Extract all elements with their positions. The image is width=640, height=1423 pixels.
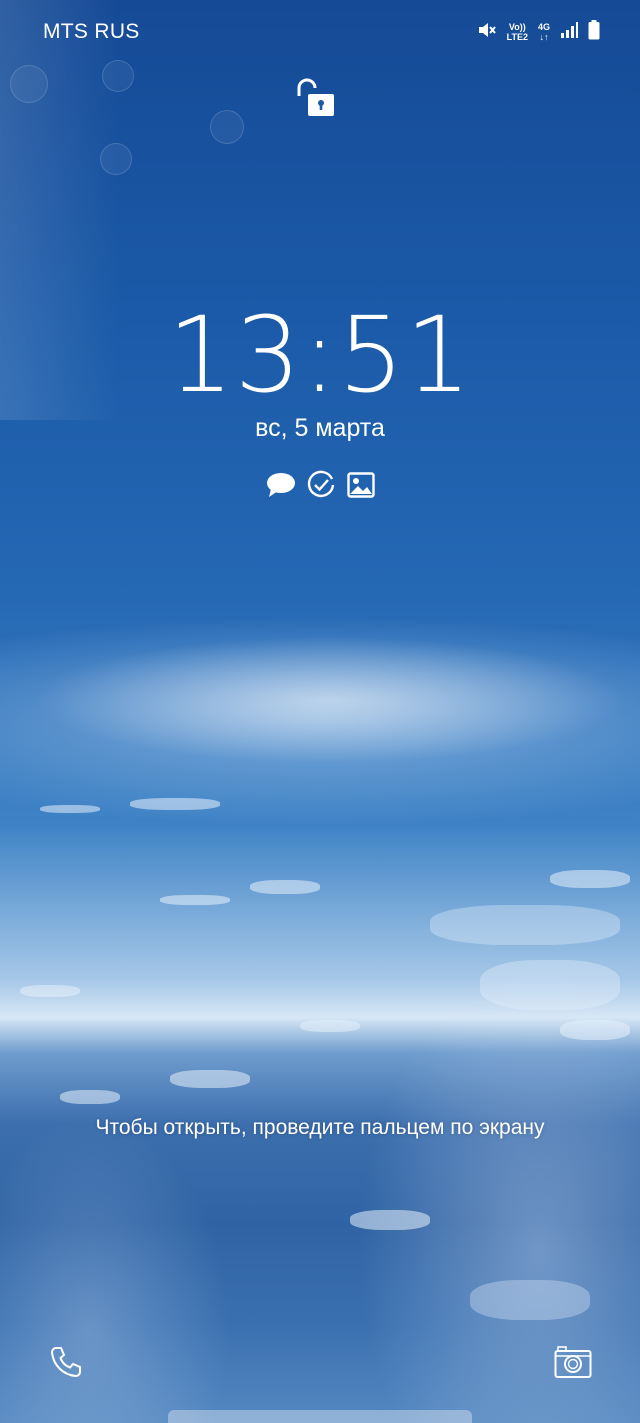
4g-icon: 4G ↓↑ xyxy=(538,22,550,42)
terrain-patch xyxy=(350,1210,430,1230)
terrain-patch xyxy=(560,1020,630,1040)
lens-flare xyxy=(102,60,134,92)
terrain-patch xyxy=(60,1090,120,1104)
chat-bubble-icon xyxy=(265,470,297,500)
terrain-patch xyxy=(470,1280,590,1320)
battery-icon xyxy=(588,19,600,45)
data-arrows-icon: ↓↑ xyxy=(539,32,549,42)
carrier-name: MTS RUS xyxy=(43,20,140,43)
clock-time: 13:51 xyxy=(167,294,473,416)
notification-icons[interactable] xyxy=(265,470,377,500)
network-type-label: 4G xyxy=(537,22,550,32)
lens-flare xyxy=(10,65,48,103)
wallpaper xyxy=(0,0,640,1423)
lens-flare xyxy=(100,143,132,175)
terrain-patch xyxy=(430,905,620,945)
phone-shortcut[interactable] xyxy=(42,1340,90,1388)
terrain-patch xyxy=(130,798,220,810)
signal-icon xyxy=(560,21,578,44)
lens-flare xyxy=(210,110,244,144)
terrain-patch xyxy=(480,960,620,1010)
volte-label: Vo)) xyxy=(508,22,526,32)
terrain-patch xyxy=(20,985,80,997)
camera-icon xyxy=(554,1345,592,1384)
phone-icon xyxy=(48,1344,84,1385)
terrain-patch xyxy=(160,895,230,905)
status-bar: MTS RUS Vo)) LTE2 4G ↓↑ xyxy=(0,0,640,64)
unlock-hint: Чтобы открыть, проведите пальцем по экра… xyxy=(95,1116,545,1139)
terrain-patch xyxy=(40,805,100,813)
volte-icon: Vo)) LTE2 xyxy=(507,22,528,42)
status-icons: Vo)) LTE2 4G ↓↑ xyxy=(477,19,600,45)
home-indicator[interactable] xyxy=(168,1410,472,1423)
unlocked-padlock-icon xyxy=(293,78,337,118)
camera-shortcut[interactable] xyxy=(549,1340,597,1388)
checkmark-clock-icon xyxy=(305,470,337,500)
terrain-patch xyxy=(170,1070,250,1088)
terrain-patch xyxy=(250,880,320,894)
date-label: вс, 5 марта xyxy=(255,414,385,442)
volte-lte-label: LTE2 xyxy=(506,32,528,42)
gallery-icon xyxy=(345,470,377,500)
mute-icon xyxy=(477,20,497,45)
terrain-patch xyxy=(550,870,630,888)
terrain-patch xyxy=(300,1020,360,1032)
